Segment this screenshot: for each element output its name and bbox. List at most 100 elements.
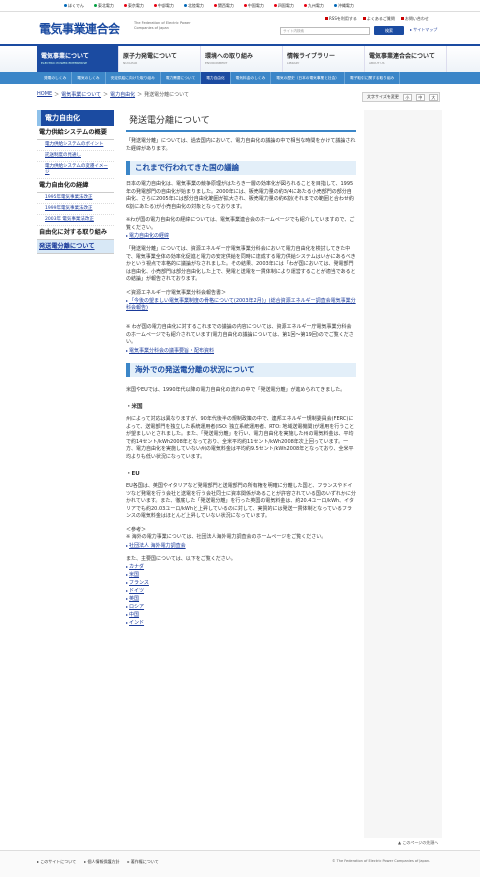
footer: ▸ このサイトについて ▸ 個人情報保護方針 ▸ 著作権について © The F… bbox=[0, 850, 480, 877]
utility-company-link[interactable]: 東北電力 bbox=[93, 3, 114, 9]
rss-link[interactable]: RSSを利用する bbox=[325, 16, 357, 22]
breadcrumb-electric-business[interactable]: 電気事業について bbox=[61, 91, 101, 98]
paragraph: EU各国は、英国やイタリアなど発電部門と送電部門の所有権を明確に分離した国と、フ… bbox=[126, 483, 356, 519]
main-content: 発送電分離について 「発送電分離」については、過去国内において、電力自由化の議論… bbox=[126, 110, 356, 627]
footer-links: ▸ このサイトについて ▸ 個人情報保護方針 ▸ 著作権について bbox=[37, 859, 159, 865]
search-input[interactable]: サイト内検索 bbox=[280, 27, 370, 35]
site-logo-english: The Federation of Electric Power Compani… bbox=[134, 21, 191, 30]
breadcrumb-current: 発送電分離について bbox=[144, 91, 189, 98]
footer-link[interactable]: ▸ このサイトについて bbox=[37, 859, 76, 865]
paragraph: ※わが国の電力自由化の経緯については、電気事業連合会のホームページでも紹介してい… bbox=[126, 217, 355, 231]
subheading-us: ・米国 bbox=[126, 404, 143, 410]
company-logo-icon bbox=[153, 4, 157, 7]
country-links: カナダ米国フランスドイツ英国ロシア中国インド bbox=[126, 563, 356, 627]
sub-nav-item[interactable]: 電子取引に関する取り組み bbox=[345, 72, 401, 84]
section-heading-overseas: 海外での発送電分離の状況について bbox=[126, 362, 356, 377]
sub-nav-item[interactable]: 電力需要について bbox=[161, 72, 202, 84]
subheading-eu: ・EU bbox=[126, 471, 140, 477]
contact-link[interactable]: お問い合わせ bbox=[400, 16, 429, 22]
country-link[interactable]: 米国 bbox=[126, 571, 356, 579]
sitemap-link[interactable]: ▸ サイトマップ bbox=[410, 27, 437, 33]
mail-icon bbox=[400, 17, 404, 20]
company-logo-icon bbox=[303, 4, 307, 7]
reference-label: ＜参考＞ bbox=[126, 526, 147, 533]
country-link[interactable]: インド bbox=[126, 619, 356, 627]
company-logo-icon bbox=[273, 4, 277, 7]
sidebar-section-history[interactable]: 電力自由化の経緯 bbox=[37, 179, 114, 193]
faq-icon bbox=[362, 17, 366, 20]
paragraph: 州によって対応は異なりますが、90年代後半の規制政策の中で、連邦エネルギー規制委… bbox=[126, 416, 355, 460]
paragraph: 日本の電力自由化は、電気事業の競争原理がはたらき一層の効率化が図られることを目指… bbox=[126, 181, 354, 210]
link-report[interactable]: 「今後の望ましい電気事業制度の骨格について(2003年2月)」(総合資源エネルギ… bbox=[126, 297, 356, 312]
sub-nav-item[interactable]: 電気のしくみ bbox=[72, 72, 106, 84]
utility-company-link[interactable]: 九州電力 bbox=[303, 3, 324, 9]
global-nav-item[interactable]: 情報ライブラリー LIBRARY bbox=[283, 46, 365, 72]
company-logo-icon bbox=[213, 4, 217, 7]
breadcrumb-home[interactable]: HOME bbox=[37, 91, 52, 97]
intro-text: 「発送電分離」については、過去国内において、電力自由化の議論の中で相当な時間をか… bbox=[126, 138, 356, 152]
country-link[interactable]: フランス bbox=[126, 579, 356, 587]
sidebar-item[interactable]: 1999年電気事業法改正 bbox=[37, 204, 114, 215]
country-link[interactable]: 中国 bbox=[126, 611, 356, 619]
country-link[interactable]: カナダ bbox=[126, 563, 356, 571]
font-medium-button[interactable]: 中 bbox=[415, 93, 425, 101]
utility-company-link[interactable]: 中部電力 bbox=[153, 3, 174, 9]
sub-nav-item[interactable]: 電気の歴史（日本の電気事業と社会） bbox=[271, 72, 345, 84]
company-logo-icon bbox=[183, 4, 187, 7]
sidebar-section-efforts[interactable]: 自由化に対する取り組み bbox=[37, 226, 114, 240]
reference-label: ＜資源エネルギー庁電気事業分科会報告書＞ bbox=[126, 289, 227, 296]
country-link[interactable]: ドイツ bbox=[126, 587, 356, 595]
sidebar-item[interactable]: 託送制度の見通し bbox=[37, 151, 114, 162]
sidebar-item[interactable]: 1995年電気事業法改正 bbox=[37, 193, 114, 204]
site-logo[interactable]: 電気事業連合会 bbox=[39, 20, 120, 37]
utility-company-link[interactable]: 関西電力 bbox=[213, 3, 234, 9]
sub-nav-item[interactable]: 電力自由化 bbox=[201, 72, 231, 84]
font-large-button[interactable]: 大 bbox=[428, 93, 438, 101]
utility-company-link[interactable]: 四国電力 bbox=[273, 3, 294, 9]
font-size-control: 文字サイズを変更 小 中 大 bbox=[362, 92, 440, 102]
country-link[interactable]: 英国 bbox=[126, 595, 356, 603]
page-top-link[interactable]: ▲ このページの先頭へ bbox=[398, 840, 438, 846]
right-column bbox=[364, 110, 442, 838]
link-jepic[interactable]: 社団法人 海外電力調査会 bbox=[126, 542, 356, 550]
sidebar-item[interactable]: 電力供給システムの変遷イメージ bbox=[37, 162, 114, 179]
sub-nav-item[interactable]: 安定供給に向けた取り組み bbox=[106, 72, 161, 84]
utility-company-link[interactable]: 東京電力 bbox=[123, 3, 144, 9]
font-small-button[interactable]: 小 bbox=[402, 93, 412, 101]
rss-icon bbox=[325, 17, 328, 20]
page-title: 発送電分離について bbox=[126, 110, 356, 132]
sub-nav-item[interactable]: 発電のしくみ bbox=[39, 72, 73, 84]
paragraph: 米国やEUでは、1990年代以降の電力自由化の流れの中で「発送電分離」が進められ… bbox=[126, 386, 346, 393]
sidebar-item[interactable]: 2003年 電気事業法改正 bbox=[37, 215, 114, 226]
utility-company-link[interactable]: 沖縄電力 bbox=[333, 3, 354, 9]
sidebar-item[interactable]: 電力供給システムのポイント bbox=[37, 140, 114, 151]
paragraph: ※ わが国の電力自由化に対するこれまでの議論の内容については、資源エネルギー庁電… bbox=[126, 324, 354, 345]
search-button[interactable]: 検索 bbox=[374, 26, 404, 35]
company-logo-icon bbox=[93, 4, 97, 7]
global-nav: 電気事業について ELECTRIC POWER ENTERPRISE 原子力発電につ… bbox=[0, 44, 480, 72]
global-nav-item[interactable]: 環境への取り組み ENVIRONMENT bbox=[201, 46, 283, 72]
utility-bar: ほくでん 東北電力 東京電力 中部電力 北陸電力 関西電力 中国電力 四国電力 九州電力 沖縄電力 bbox=[0, 0, 480, 12]
utility-company-link[interactable]: ほくでん bbox=[64, 3, 84, 9]
sub-nav-item[interactable]: 電気料金のしくみ bbox=[231, 72, 272, 84]
sidebar-heading[interactable]: 電力自由化 bbox=[37, 110, 114, 126]
company-logo-icon bbox=[123, 4, 127, 7]
company-logo-icon bbox=[333, 4, 337, 7]
company-logo-icon bbox=[243, 4, 247, 7]
global-nav-item[interactable]: 電気事業について ELECTRIC POWER ENTERPRISE bbox=[37, 46, 119, 72]
sidebar-section-overview[interactable]: 電力供給システムの概要 bbox=[37, 126, 114, 140]
utility-company-link[interactable]: 中国電力 bbox=[243, 3, 264, 9]
global-nav-item[interactable]: 原子力発電について NUCLEAR bbox=[119, 46, 201, 72]
footer-link[interactable]: ▸ 個人情報保護方針 bbox=[84, 859, 119, 865]
sidebar-section-unbundling[interactable]: 発送電分離について bbox=[37, 240, 114, 254]
breadcrumb-liberalization[interactable]: 電力自由化 bbox=[110, 91, 135, 98]
link-committee-materials[interactable]: 電気事業分科会の議事要旨・配布資料 bbox=[126, 347, 356, 355]
link-liberalization-history[interactable]: 電力自由化の経緯 bbox=[126, 232, 356, 240]
faq-link[interactable]: よくあるご質問 bbox=[362, 16, 395, 22]
global-nav-item[interactable]: 電気事業連合会について ABOUT US bbox=[365, 46, 447, 72]
utility-company-link[interactable]: 北陸電力 bbox=[183, 3, 204, 9]
country-link[interactable]: ロシア bbox=[126, 603, 356, 611]
footer-link[interactable]: ▸ 著作権について bbox=[127, 859, 158, 865]
paragraph: ※ 海外の電力事業については、社団法人海外電力調査会のホームページをご覧ください… bbox=[126, 534, 327, 540]
site-header: 電気事業連合会 The Federation of Electric Power… bbox=[0, 12, 480, 44]
